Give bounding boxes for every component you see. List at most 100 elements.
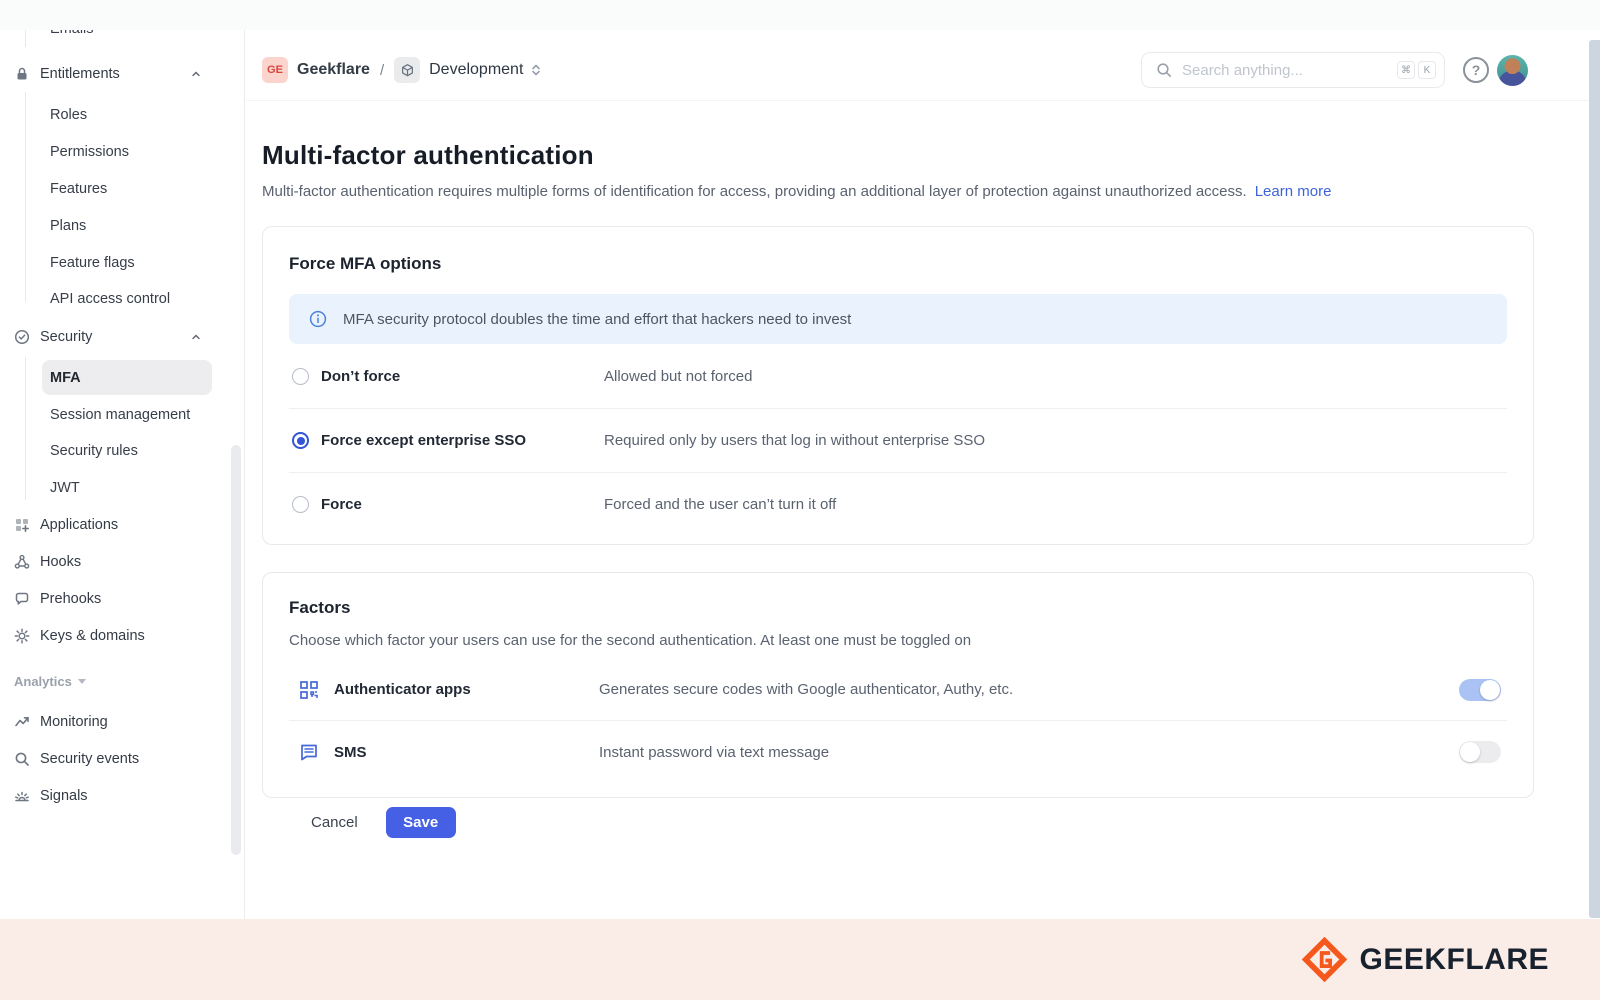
sidebar-item-keys-domains[interactable]: Keys & domains [0, 618, 245, 654]
signal-burst-icon [14, 788, 30, 804]
lock-icon [14, 66, 30, 82]
factor-sms: SMS Instant password via text message [289, 721, 1507, 783]
factors-subtitle: Choose which factor your users can use f… [289, 631, 1507, 651]
sidebar-item-session-management[interactable]: Session management [0, 397, 245, 433]
radio-button[interactable] [292, 432, 309, 449]
sidebar-section-analytics[interactable]: Analytics [0, 663, 245, 699]
sidebar-item-label: Permissions [0, 144, 129, 160]
sidebar-item-applications[interactable]: Applications [0, 507, 245, 543]
authenticator-apps-toggle[interactable] [1459, 679, 1501, 701]
environment-selector[interactable]: Development [429, 61, 523, 79]
info-icon [309, 310, 327, 328]
sidebar-item-label: Feature flags [0, 255, 135, 271]
sidebar-item-label: Session management [0, 407, 190, 423]
page-description: Multi-factor authentication requires mul… [262, 182, 1534, 202]
chevron-up-icon[interactable] [190, 68, 202, 80]
sidebar-item-hooks[interactable]: Hooks [0, 544, 245, 580]
footer-watermark: GEEKFLARE [0, 919, 1600, 1000]
sidebar-item-label: Hooks [40, 554, 81, 570]
geekflare-wordmark: GEEKFLARE [1359, 943, 1549, 977]
sidebar-item-label: Signals [40, 788, 88, 804]
sidebar-item-label: Keys & domains [40, 628, 145, 644]
page-title: Multi-factor authentication [262, 140, 1534, 170]
sidebar-item-label: MFA [42, 370, 81, 386]
factor-description: Generates secure codes with Google authe… [599, 681, 1459, 698]
option-label[interactable]: Don’t force [321, 368, 604, 385]
save-button[interactable]: Save [386, 807, 456, 838]
workspace-badge[interactable]: GE [262, 57, 288, 83]
info-banner: MFA security protocol doubles the time a… [289, 294, 1507, 344]
sidebar-item-label: API access control [0, 291, 170, 307]
page-scrollbar[interactable] [1589, 40, 1600, 918]
sidebar-item-roles[interactable]: Roles [0, 97, 245, 133]
sidebar-item-permissions[interactable]: Permissions [0, 134, 245, 170]
sidebar-item-label: Applications [40, 517, 118, 533]
sidebar-item-label: Monitoring [40, 714, 108, 730]
factors-card: Factors Choose which factor your users c… [262, 572, 1534, 798]
sidebar-section-label: Security [40, 329, 92, 345]
k-key-badge: K [1418, 61, 1436, 79]
main-content: Multi-factor authentication Multi-factor… [246, 101, 1588, 838]
radio-button[interactable] [292, 368, 309, 385]
form-actions: Cancel Save [262, 807, 1534, 838]
sidebar-item-label: Security rules [0, 443, 138, 459]
option-description: Required only by users that log in witho… [604, 432, 985, 449]
sidebar-item-feature-flags[interactable]: Feature flags [0, 245, 245, 281]
factor-authenticator-apps: Authenticator apps Generates secure code… [289, 659, 1507, 721]
factor-label: Authenticator apps [334, 681, 599, 698]
sidebar-item-security-rules[interactable]: Security rules [0, 433, 245, 469]
option-label[interactable]: Force except enterprise SSO [321, 432, 604, 449]
caret-down-icon [77, 676, 87, 686]
search-input[interactable]: Search anything... ⌘ K [1141, 52, 1445, 88]
grid-plus-icon [14, 517, 30, 533]
sidebar-item-label: Prehooks [40, 591, 101, 607]
factor-description: Instant password via text message [599, 744, 1459, 761]
cube-icon [394, 57, 420, 83]
sidebar-item-mfa[interactable]: MFA [42, 360, 212, 395]
search-icon [1156, 62, 1172, 78]
magnifier-icon [14, 751, 30, 767]
avatar[interactable] [1497, 55, 1528, 86]
cmd-key-badge: ⌘ [1397, 61, 1415, 79]
sidebar-item-label: JWT [0, 480, 80, 496]
chevron-up-icon[interactable] [190, 331, 202, 343]
breadcrumb-separator: / [380, 62, 384, 79]
learn-more-link[interactable]: Learn more [1255, 183, 1332, 200]
sidebar-section-entitlements[interactable]: Entitlements [0, 56, 245, 92]
sidebar-item-api-access-control[interactable]: API access control [0, 281, 245, 317]
sidebar-item-jwt[interactable]: JWT [0, 470, 245, 506]
geekflare-brand: GEEKFLARE [1302, 937, 1549, 982]
force-mfa-card: Force MFA options MFA security protocol … [262, 226, 1534, 545]
mfa-option-force[interactable]: Force Forced and the user can’t turn it … [289, 472, 1507, 536]
qr-code-icon [299, 680, 319, 700]
cancel-button[interactable]: Cancel [305, 808, 364, 837]
sidebar-item-label: Security events [40, 751, 139, 767]
sms-toggle[interactable] [1459, 741, 1501, 763]
mfa-option-dont-force[interactable]: Don’t force Allowed but not forced [289, 344, 1507, 408]
help-button[interactable]: ? [1463, 57, 1489, 83]
sidebar-item-label: Plans [0, 218, 86, 234]
breadcrumb-workspace[interactable]: Geekflare [297, 61, 370, 79]
sidebar-item-label: Roles [0, 107, 87, 123]
sidebar-scrollbar[interactable] [231, 445, 241, 855]
sidebar-item-security-events[interactable]: Security events [0, 741, 245, 777]
sidebar-item-plans[interactable]: Plans [0, 208, 245, 244]
sidebar-section-label: Entitlements [40, 66, 120, 82]
geekflare-logo-icon [1302, 937, 1347, 982]
top-strip [0, 0, 1600, 30]
info-banner-text: MFA security protocol doubles the time a… [343, 311, 851, 328]
sidebar-item-signals[interactable]: Signals [0, 778, 245, 814]
sidebar-item-prehooks[interactable]: Prehooks [0, 581, 245, 617]
chat-bubble-icon [14, 591, 30, 607]
mfa-option-force-except-sso[interactable]: Force except enterprise SSO Required onl… [289, 408, 1507, 472]
nodes-icon [14, 554, 30, 570]
option-label[interactable]: Force [321, 496, 604, 513]
radio-button[interactable] [292, 496, 309, 513]
sidebar-item-features[interactable]: Features [0, 171, 245, 207]
sidebar-item-monitoring[interactable]: Monitoring [0, 704, 245, 740]
page-description-text: Multi-factor authentication requires mul… [262, 183, 1247, 200]
sidebar-section-security[interactable]: Security [0, 319, 245, 355]
chevron-updown-icon[interactable] [529, 63, 543, 77]
search-placeholder: Search anything... [1182, 62, 1394, 79]
message-icon [299, 742, 319, 762]
